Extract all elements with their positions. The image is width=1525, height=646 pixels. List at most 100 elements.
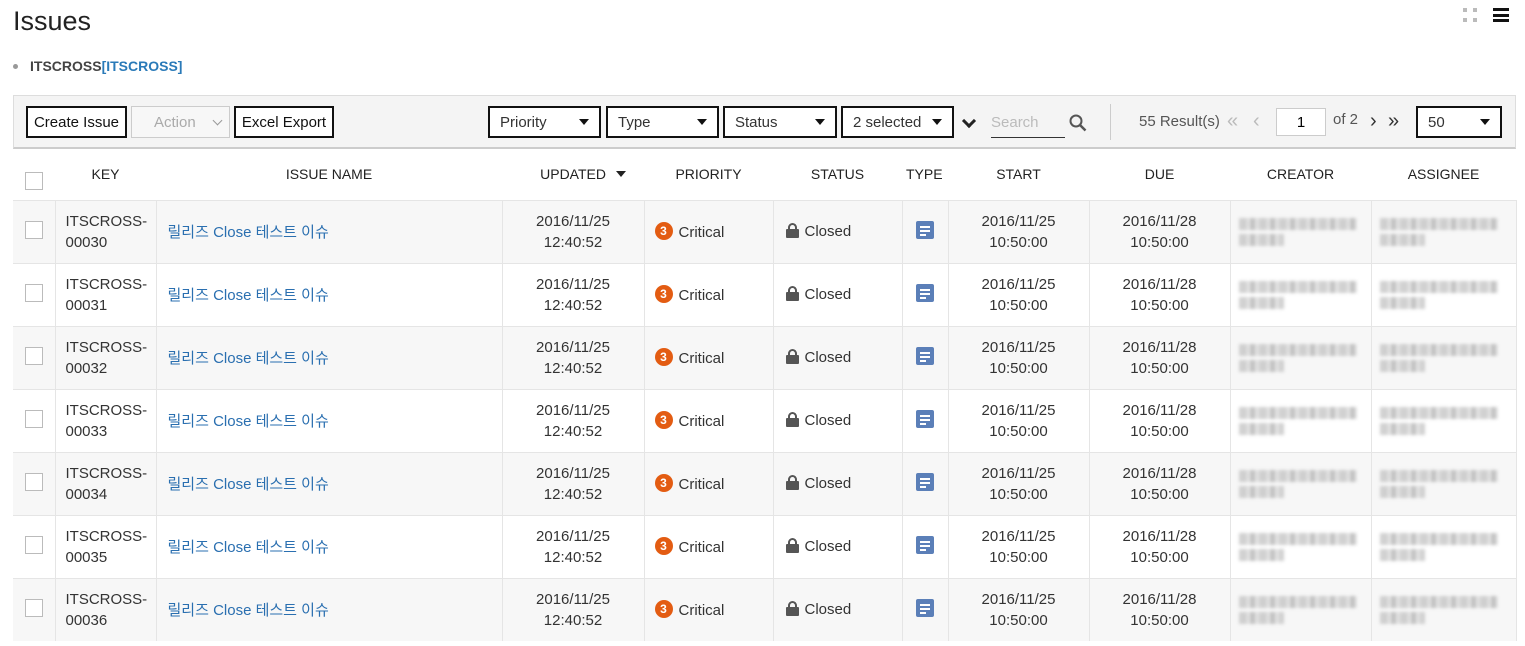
priority-cell: 3 Critical	[644, 325, 774, 389]
search-input[interactable]	[991, 110, 1061, 134]
column-updated-label: UPDATED	[540, 166, 606, 183]
due-time: 10:50:00	[1130, 548, 1189, 566]
row-checkbox[interactable]	[24, 346, 43, 365]
start-time: 10:50:00	[989, 296, 1048, 314]
redacted-text	[1379, 343, 1498, 356]
search-icon[interactable]	[1069, 114, 1087, 132]
priority-filter[interactable]: Priority	[488, 106, 601, 138]
issue-name-link[interactable]: 릴리즈 Close 테스트 이슈	[168, 413, 329, 430]
issue-key: ITSCROSS- 00033	[55, 388, 157, 452]
table-row[interactable]: ITSCROSS- 00034 릴리즈 Close 테스트 이슈 2016/11/25…	[13, 451, 1517, 515]
redacted-text	[1238, 532, 1357, 545]
table-row[interactable]: ITSCROSS- 00035 릴리즈 Close 테스트 이슈 2016/11/25…	[13, 514, 1517, 578]
redacted-text	[1379, 422, 1425, 435]
excel-export-button[interactable]: Excel Export	[234, 106, 334, 138]
page-size-select[interactable]: 50	[1416, 106, 1502, 138]
creator-cell-redacted	[1230, 199, 1372, 263]
type-cell	[902, 199, 949, 263]
last-page-icon[interactable]: »	[1388, 110, 1399, 133]
create-issue-button[interactable]: Create Issue	[26, 106, 127, 138]
column-type[interactable]: TYPE	[902, 149, 948, 200]
table-row[interactable]: ITSCROSS- 00033 릴리즈 Close 테스트 이슈 2016/11/25…	[13, 388, 1517, 452]
redacted-text	[1379, 296, 1425, 309]
due-time: 10:50:00	[1130, 422, 1189, 440]
issue-key: ITSCROSS- 00031	[55, 262, 157, 326]
page-total: of 2	[1333, 111, 1359, 128]
breadcrumb-project-link[interactable]: [ITSCROSS]	[102, 58, 183, 74]
row-checkbox[interactable]	[24, 598, 43, 617]
multi-select-filter[interactable]: 2 selected	[841, 106, 954, 138]
issue-key-number: 00031	[65, 296, 108, 314]
due-time: 10:50:00	[1130, 233, 1189, 251]
priority-label: Critical	[678, 287, 725, 304]
column-priority[interactable]: PRIORITY	[644, 149, 773, 200]
column-issue-name[interactable]: ISSUE NAME	[156, 149, 502, 200]
column-status[interactable]: STATUS	[773, 149, 902, 200]
table-row[interactable]: ITSCROSS- 00036 릴리즈 Close 테스트 이슈 2016/11/25…	[13, 577, 1517, 641]
table-row[interactable]: ITSCROSS- 00032 릴리즈 Close 테스트 이슈 2016/11/25…	[13, 325, 1517, 389]
start-time: 10:50:00	[989, 233, 1048, 251]
select-all-checkbox[interactable]	[25, 171, 43, 190]
row-checkbox[interactable]	[24, 472, 43, 491]
grid-view-icon[interactable]	[1463, 8, 1477, 22]
start-date: 2016/11/25	[981, 464, 1056, 482]
result-count: 55 Result(s)	[1139, 113, 1220, 130]
assignee-cell-redacted	[1371, 577, 1517, 641]
issue-name-link[interactable]: 릴리즈 Close 테스트 이슈	[168, 602, 329, 619]
start-date: 2016/11/25	[981, 401, 1056, 419]
start-cell: 2016/11/25 10:50:00	[948, 577, 1090, 641]
row-checkbox[interactable]	[24, 409, 43, 428]
page-number-input[interactable]	[1276, 108, 1326, 136]
column-creator[interactable]: CREATOR	[1230, 149, 1371, 200]
issue-name-link[interactable]: 릴리즈 Close 테스트 이슈	[168, 476, 329, 493]
status-cell: Closed	[773, 199, 903, 263]
next-page-icon[interactable]: ›	[1370, 110, 1377, 133]
action-dropdown[interactable]: Action	[131, 106, 230, 138]
redacted-text	[1238, 233, 1284, 246]
type-filter[interactable]: Type	[606, 106, 719, 138]
expand-filters-icon[interactable]	[961, 113, 977, 129]
row-checkbox[interactable]	[24, 220, 43, 239]
row-checkbox[interactable]	[24, 535, 43, 554]
column-updated[interactable]: UPDATED	[502, 149, 644, 200]
prev-page-icon[interactable]: ‹	[1253, 110, 1260, 133]
caret-down-icon	[815, 119, 825, 125]
redacted-text	[1379, 359, 1425, 372]
column-start[interactable]: START	[948, 149, 1089, 200]
creator-cell-redacted	[1230, 388, 1372, 452]
issue-key-number: 00032	[65, 359, 108, 377]
due-cell: 2016/11/28 10:50:00	[1089, 262, 1231, 326]
row-checkbox[interactable]	[24, 283, 43, 302]
issue-name-link[interactable]: 릴리즈 Close 테스트 이슈	[168, 224, 329, 241]
due-date: 2016/11/28	[1122, 401, 1197, 419]
document-icon	[916, 409, 934, 428]
status-label: Closed	[804, 601, 852, 619]
updated-cell: 2016/11/25 12:40:52	[502, 577, 645, 641]
priority-cell: 3 Critical	[644, 451, 774, 515]
column-due[interactable]: DUE	[1089, 149, 1230, 200]
hamburger-menu-icon[interactable]	[1493, 8, 1509, 22]
start-cell: 2016/11/25 10:50:00	[948, 514, 1090, 578]
issue-key-prefix: ITSCROSS-	[65, 212, 148, 230]
issue-name-link[interactable]: 릴리즈 Close 테스트 이슈	[168, 539, 329, 556]
issue-name-cell: 릴리즈 Close 테스트 이슈	[156, 451, 503, 515]
redacted-text	[1238, 217, 1357, 230]
caret-down-icon	[1480, 119, 1490, 125]
redacted-text	[1379, 485, 1425, 498]
table-row[interactable]: ITSCROSS- 00030 릴리즈 Close 테스트 이슈 2016/11/25…	[13, 199, 1517, 263]
search-field	[991, 110, 1065, 138]
priority-label: Critical	[678, 224, 725, 241]
status-filter[interactable]: Status	[723, 106, 837, 138]
status-cell: Closed	[773, 262, 903, 326]
first-page-icon[interactable]: «	[1227, 110, 1238, 133]
updated-time: 12:40:52	[543, 611, 603, 629]
lock-icon	[785, 538, 799, 553]
redacted-text	[1379, 233, 1425, 246]
breadcrumb: ITSCROSS [ITSCROSS]	[13, 58, 182, 74]
priority-filter-label: Priority	[500, 113, 547, 131]
table-row[interactable]: ITSCROSS- 00031 릴리즈 Close 테스트 이슈 2016/11/25…	[13, 262, 1517, 326]
column-key[interactable]: KEY	[55, 149, 156, 200]
issue-name-link[interactable]: 릴리즈 Close 테스트 이슈	[168, 350, 329, 367]
issue-name-link[interactable]: 릴리즈 Close 테스트 이슈	[168, 287, 329, 304]
column-assignee[interactable]: ASSIGNEE	[1371, 149, 1516, 200]
